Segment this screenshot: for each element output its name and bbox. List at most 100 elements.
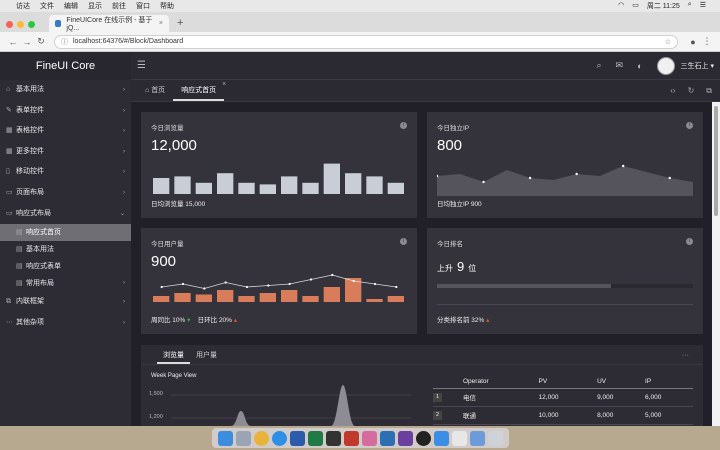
sidebar-item[interactable]: ▦ 更多控件 › <box>0 142 131 163</box>
sidebar-item[interactable]: ⋯ 其他杂项 › <box>0 313 131 334</box>
new-tab-button[interactable]: + <box>177 15 183 32</box>
qq-icon[interactable] <box>415 430 431 446</box>
card-value: 900 <box>151 253 177 270</box>
card-value: 800 <box>437 137 463 154</box>
col-operator: Operator <box>463 375 539 389</box>
trash-icon[interactable] <box>487 430 503 446</box>
sidebar-item[interactable]: ▯ 移动控件 › <box>0 162 131 183</box>
sidebar-item[interactable]: ▦ 表格控件 › <box>0 121 131 142</box>
card-footer: 分类排名前 32% ▴ <box>437 317 490 324</box>
menu-list-icon[interactable]: ☰ <box>700 1 706 11</box>
mail-icon[interactable]: ✉ <box>616 60 624 71</box>
bar <box>281 176 298 194</box>
info-icon[interactable]: i <box>400 122 407 129</box>
sidebar-subitem[interactable]: ▤ 常用布局 › <box>0 275 131 292</box>
search-icon[interactable]: ⌕ <box>688 1 692 11</box>
mac-menu-help[interactable]: 帮助 <box>160 1 174 11</box>
excel-icon[interactable] <box>307 430 323 446</box>
mac-clock[interactable]: 周二 11:25 <box>647 1 680 11</box>
forward-icon[interactable]: → <box>20 37 34 47</box>
refresh-icon[interactable]: ↻ <box>688 80 695 101</box>
info-icon[interactable]: i <box>686 122 693 129</box>
tab-page-views[interactable]: 浏览量 <box>157 348 190 364</box>
baidu-netdisk-icon[interactable] <box>433 430 449 446</box>
minimize-window-button[interactable] <box>17 20 24 28</box>
point <box>528 176 532 180</box>
code-icon[interactable]: ‹› <box>670 80 675 101</box>
area <box>437 166 693 196</box>
chevron-icon: › <box>123 280 125 287</box>
preview-icon[interactable] <box>451 430 467 446</box>
mac-menubar: 访达 文件 编辑 显示 前往 窗口 帮助 ◠ ▭ 周二 11:25 ⌕ ☰ <box>0 0 720 12</box>
address-bar-row: ← → ↻ ⓘ localhost:64376/#/Block/Dashboar… <box>0 32 720 52</box>
avatar[interactable] <box>656 56 675 75</box>
sidebar-subitem[interactable]: ▤ 响应式表单 <box>0 258 131 275</box>
finder-icon[interactable] <box>217 430 233 446</box>
close-tab-icon[interactable]: × <box>159 20 163 27</box>
downloads-icon[interactable] <box>469 430 485 446</box>
sidebar-item[interactable]: ▭ 页面布局 › <box>0 183 131 204</box>
battery-icon[interactable]: ▭ <box>632 1 639 11</box>
scrollbar-thumb[interactable] <box>714 106 718 216</box>
sidebar-item-label: 内联框架 <box>16 298 44 306</box>
maximize-window-button[interactable] <box>28 20 35 28</box>
palette-icon[interactable]: ◐ <box>637 61 642 71</box>
launchpad-icon[interactable] <box>235 430 251 446</box>
sidebar-item[interactable]: ✎ 表单控件 › <box>0 101 131 122</box>
browser-menu-icon[interactable]: ⋮ <box>700 36 714 47</box>
mac-menu-view[interactable]: 显示 <box>88 1 102 11</box>
word-icon[interactable] <box>289 430 305 446</box>
mac-menu-file[interactable]: 文件 <box>40 1 54 11</box>
mac-menu-go[interactable]: 前往 <box>112 1 126 11</box>
divider <box>437 304 693 305</box>
layout-icon: ▭ <box>6 188 13 196</box>
info-icon[interactable]: i <box>686 238 693 245</box>
url-input[interactable]: ⓘ localhost:64376/#/Block/Dashboard ☆ <box>54 34 678 49</box>
cell-uv: 8,000 <box>597 406 646 425</box>
terminal-icon[interactable] <box>325 430 341 446</box>
mac-menu-finder[interactable]: 访达 <box>16 1 30 11</box>
bar <box>174 293 191 302</box>
hamburger-menu-icon[interactable]: ☰ <box>137 60 146 71</box>
rank-progress-bar <box>437 284 693 288</box>
table-row[interactable]: 2 联通 10,000 8,000 5,000 <box>433 406 693 425</box>
visualstudio-icon[interactable] <box>397 430 413 446</box>
close-tab-icon[interactable]: × <box>222 74 226 95</box>
account-icon[interactable]: ● <box>686 37 700 47</box>
mac-dock <box>0 426 720 450</box>
wifi-icon[interactable]: ◠ <box>618 1 624 11</box>
reload-icon[interactable]: ↻ <box>34 36 48 47</box>
info-icon[interactable]: i <box>400 238 407 245</box>
close-window-button[interactable] <box>6 20 13 28</box>
sidebar-subitem[interactable]: ▤ 响应式首页 <box>0 224 131 242</box>
back-icon[interactable]: ← <box>6 37 20 47</box>
bar <box>238 296 255 302</box>
sidebar-item[interactable]: ⌂ 基本用法 › <box>0 80 131 101</box>
bar <box>174 176 191 194</box>
user-menu[interactable]: 三生石上 ▾ <box>681 61 714 71</box>
vscode-icon[interactable] <box>379 430 395 446</box>
up-arrow-icon: ▴ <box>486 317 490 324</box>
search-icon[interactable]: ⌕ <box>597 60 602 71</box>
filezilla-icon[interactable] <box>343 430 359 446</box>
sidebar-item[interactable]: ▭ 响应式布局 ⌄ <box>0 204 131 225</box>
open-new-window-icon[interactable]: ⧉ <box>706 80 712 101</box>
sidebar-item[interactable]: ⧉ 内联框架 › <box>0 292 131 313</box>
photos-icon[interactable] <box>361 430 377 446</box>
page-scrollbar[interactable] <box>712 102 720 426</box>
bookmark-star-icon[interactable]: ☆ <box>665 38 671 46</box>
sidebar: FineUI Core ⌂ 基本用法 › ✎ 表单控件 › ▦ 表格控件 › ▦ 更多控件 › ▯ 移动控… <box>0 52 131 426</box>
tab-responsive-home[interactable]: 响应式首页 × <box>173 80 226 101</box>
browser-tab[interactable]: FineUICore 在线示例 - 基于 jQ... × <box>49 15 169 32</box>
mac-menu-edit[interactable]: 编辑 <box>64 1 78 11</box>
more-options-icon[interactable]: ··· <box>676 348 695 364</box>
sidebar-subitem[interactable]: ▤ 基本用法 <box>0 241 131 258</box>
chrome-icon[interactable] <box>253 430 269 446</box>
mac-menu-window[interactable]: 窗口 <box>136 1 150 11</box>
brand-logo[interactable]: FineUI Core <box>0 52 131 80</box>
tab-home[interactable]: ⌂ 首页 <box>137 80 173 101</box>
table-row[interactable]: 1 电信 12,000 9,000 6,000 <box>433 388 693 407</box>
cell-ip: 5,000 <box>645 406 693 425</box>
safari-icon[interactable] <box>271 430 287 446</box>
tab-user-count[interactable]: 用户量 <box>190 348 223 364</box>
